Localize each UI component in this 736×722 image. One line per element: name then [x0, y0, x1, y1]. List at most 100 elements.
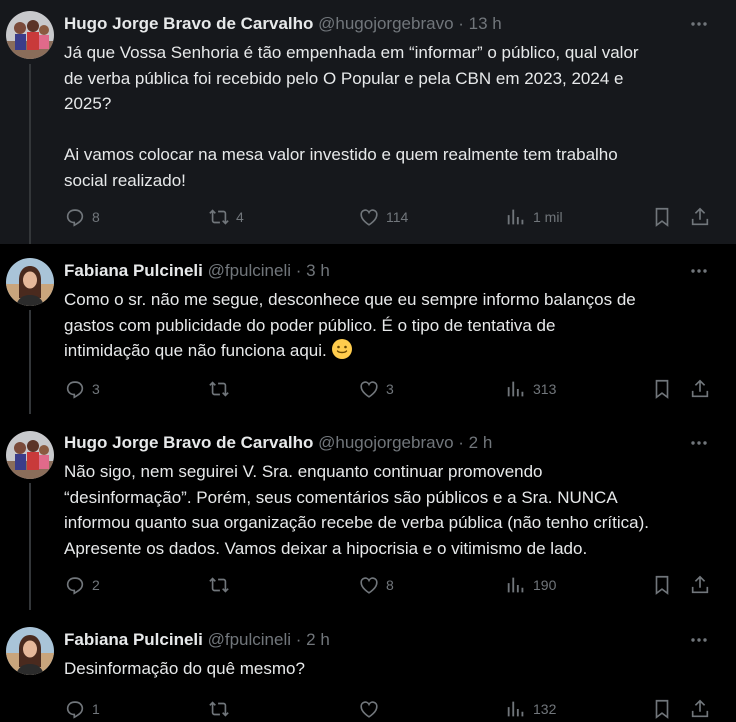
reply-icon: [66, 381, 84, 399]
share-icon: [691, 699, 709, 718]
action-bar: 8 4 114 1 mil: [64, 204, 714, 230]
author-name[interactable]: Fabiana Pulcineli: [64, 630, 203, 649]
like-button[interactable]: [358, 696, 386, 722]
like-count: 114: [386, 209, 409, 225]
analytics-icon: [507, 209, 524, 225]
reply-icon: [66, 701, 84, 719]
author-handle[interactable]: @hugojorgebravo: [318, 14, 453, 33]
heart-icon: [360, 209, 378, 226]
author-handle[interactable]: @fpulcineli: [208, 261, 291, 280]
view-count: 132: [533, 701, 557, 717]
author-name[interactable]: Hugo Jorge Bravo de Carvalho: [64, 14, 313, 33]
repost-button[interactable]: 4: [208, 204, 244, 230]
repost-icon: [209, 209, 229, 225]
share-button[interactable]: [689, 204, 711, 230]
repost-count: 4: [236, 209, 244, 225]
separator-dot: ·: [458, 14, 464, 33]
repost-button[interactable]: [208, 696, 236, 722]
timestamp[interactable]: 2 h: [469, 433, 493, 452]
action-bar: 1 132: [64, 696, 714, 722]
author-handle[interactable]: @hugojorgebravo: [318, 433, 453, 452]
view-count: 1 mil: [533, 209, 563, 225]
avatar[interactable]: [6, 627, 54, 675]
tweet-1[interactable]: Hugo Jorge Bravo de Carvalho @hugojorgeb…: [0, 0, 736, 244]
view-count: 313: [533, 381, 557, 397]
share-icon: [691, 379, 709, 398]
tweet-text: Já que Vossa Senhoria é tão empenhada em…: [64, 43, 639, 190]
reply-count: 1: [92, 701, 100, 717]
views-button[interactable]: 132: [505, 696, 556, 722]
bookmark-icon: [655, 207, 669, 227]
like-count: 3: [386, 381, 394, 397]
tweet-header: Fabiana Pulcineli @fpulcineli · 2 h: [64, 629, 330, 651]
timestamp[interactable]: 13 h: [469, 14, 502, 33]
repost-icon: [209, 701, 229, 717]
like-button[interactable]: 8: [358, 572, 394, 598]
reply-count: 8: [92, 209, 100, 225]
bookmark-button[interactable]: [651, 696, 673, 722]
tweet-3[interactable]: Hugo Jorge Bravo de Carvalho @hugojorgeb…: [0, 414, 736, 610]
heart-icon: [360, 577, 378, 594]
avatar[interactable]: [6, 431, 54, 479]
bookmark-button[interactable]: [651, 376, 673, 402]
tweet-2[interactable]: Fabiana Pulcineli @fpulcineli · 3 h Como…: [0, 244, 736, 414]
tweet-header: Fabiana Pulcineli @fpulcineli · 3 h: [64, 260, 330, 282]
more-options-icon[interactable]: [688, 13, 710, 35]
share-button[interactable]: [689, 376, 711, 402]
separator-dot: ·: [295, 630, 302, 649]
thread-line: [29, 64, 31, 244]
tweet-text-container: Como o sr. não me segue, desconhece que …: [64, 287, 724, 364]
views-button[interactable]: 1 mil: [505, 204, 563, 230]
analytics-icon: [507, 701, 524, 717]
heart-icon: [360, 381, 378, 398]
share-button[interactable]: [689, 572, 711, 598]
separator-dot: ·: [295, 261, 302, 280]
views-button[interactable]: 313: [505, 376, 556, 402]
timestamp[interactable]: 3 h: [306, 261, 330, 280]
thread-line: [29, 483, 31, 610]
reply-icon: [66, 577, 84, 595]
like-button[interactable]: 114: [358, 204, 408, 230]
views-button[interactable]: 190: [505, 572, 556, 598]
avatar[interactable]: [6, 258, 54, 306]
author-name[interactable]: Hugo Jorge Bravo de Carvalho: [64, 433, 313, 452]
analytics-icon: [507, 381, 524, 397]
bookmark-button[interactable]: [651, 572, 673, 598]
repost-button[interactable]: [208, 376, 236, 402]
reply-button[interactable]: 8: [64, 204, 100, 230]
slightly-smiling-face-icon: [332, 339, 353, 359]
tweet-header: Hugo Jorge Bravo de Carvalho @hugojorgeb…: [64, 432, 492, 454]
heart-icon: [360, 701, 378, 718]
timestamp[interactable]: 2 h: [306, 630, 330, 649]
tweet-header: Hugo Jorge Bravo de Carvalho @hugojorgeb…: [64, 13, 502, 35]
thread-line: [29, 310, 31, 414]
reply-button[interactable]: 2: [64, 572, 100, 598]
author-handle[interactable]: @fpulcineli: [208, 630, 291, 649]
tweet-text: Desinformação do quê mesmo?: [64, 659, 305, 678]
tweet-text: Não sigo, nem seguirei V. Sra. enquanto …: [64, 462, 649, 558]
reply-count: 2: [92, 577, 100, 593]
separator-dot: ·: [458, 433, 464, 452]
share-icon: [691, 207, 709, 226]
like-button[interactable]: 3: [358, 376, 394, 402]
bookmark-icon: [655, 699, 669, 719]
action-bar: 2 8 190: [64, 572, 714, 598]
repost-icon: [209, 381, 229, 397]
more-options-icon[interactable]: [688, 260, 710, 282]
avatar[interactable]: [6, 11, 54, 59]
share-icon: [691, 575, 709, 594]
tweet-4[interactable]: Fabiana Pulcineli @fpulcineli · 2 h Desi…: [0, 610, 736, 720]
author-name[interactable]: Fabiana Pulcineli: [64, 261, 203, 280]
repost-button[interactable]: [208, 572, 236, 598]
share-button[interactable]: [689, 696, 711, 722]
reply-button[interactable]: 3: [64, 376, 100, 402]
more-options-icon[interactable]: [688, 629, 710, 651]
view-count: 190: [533, 577, 557, 593]
bookmark-icon: [655, 575, 669, 595]
action-bar: 3 3 313: [64, 376, 714, 402]
bookmark-icon: [655, 379, 669, 399]
more-options-icon[interactable]: [688, 432, 710, 454]
like-count: 8: [386, 577, 394, 593]
bookmark-button[interactable]: [651, 204, 673, 230]
reply-button[interactable]: 1: [64, 696, 100, 722]
